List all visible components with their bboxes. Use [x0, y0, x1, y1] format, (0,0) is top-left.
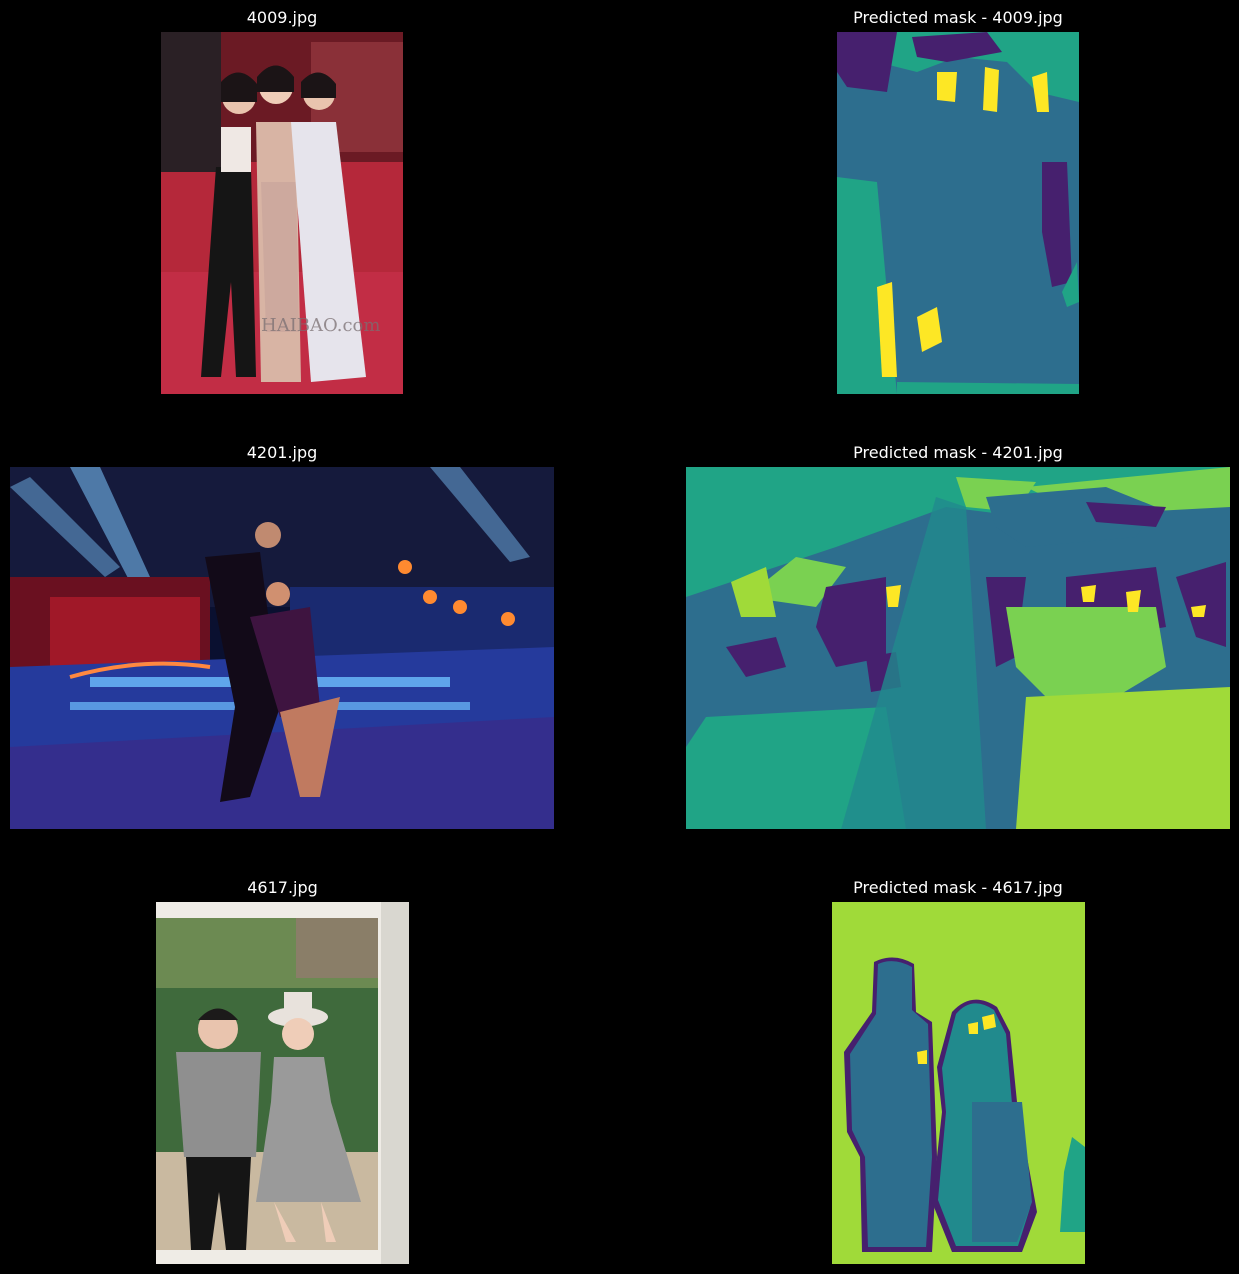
- mask-title-3: Predicted mask - 4617.jpg: [853, 878, 1063, 897]
- watermark-text: HAIBAO.com: [261, 315, 381, 336]
- photo-title-2: 4201.jpg: [246, 443, 318, 462]
- photo-4201: [10, 467, 554, 829]
- photo-title-1: 4009.jpg: [246, 8, 318, 27]
- mask-4009: [837, 32, 1079, 394]
- photo-4009: HAIBAO.com: [161, 32, 403, 394]
- mask-title-2: Predicted mask - 4201.jpg: [853, 443, 1063, 462]
- mask-4201: [686, 467, 1230, 829]
- mask-title-1: Predicted mask - 4009.jpg: [853, 8, 1063, 27]
- photo-title-3: 4617.jpg: [247, 878, 318, 897]
- photo-4617: [156, 902, 409, 1264]
- mask-4617: [832, 902, 1085, 1264]
